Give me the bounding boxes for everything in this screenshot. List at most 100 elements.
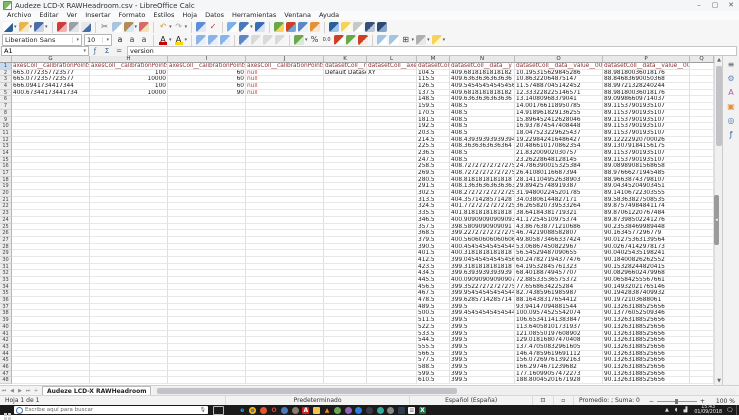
cell-O11[interactable]: 18.047523229625437 — [515, 130, 603, 137]
cell-Q37[interactable] — [690, 304, 714, 311]
cell-P31[interactable]: 90.15328244820415 — [603, 264, 690, 271]
cell-L41[interactable] — [367, 331, 417, 338]
cell-O21[interactable]: 34.03806144827171 — [515, 197, 603, 204]
cell-J31[interactable] — [246, 264, 324, 271]
menu-ayuda[interactable]: Ayuda — [315, 11, 343, 20]
chevron-down-icon[interactable]: ▾ — [102, 37, 109, 43]
menu-ventana[interactable]: Ventana — [280, 11, 315, 20]
cell-I22[interactable] — [168, 203, 246, 210]
cell-P13[interactable]: 89.13079184156175 — [603, 143, 690, 150]
cell-L12[interactable] — [367, 137, 417, 144]
row-header-10[interactable]: 10 — [0, 123, 12, 130]
cell-O10[interactable]: 16.937874547408448 — [515, 123, 603, 130]
merge-and-center-button[interactable] — [251, 34, 261, 46]
cell-Q7[interactable] — [690, 103, 714, 110]
cell-J26[interactable] — [246, 230, 324, 237]
cell-M6[interactable]: 148.5 — [417, 96, 450, 103]
cell-P7[interactable]: 89.11537901935107 — [603, 103, 690, 110]
italic-button[interactable]: a — [127, 34, 137, 46]
cell-P10[interactable]: 89.11537901935107 — [603, 123, 690, 130]
cell-P1[interactable]: datasetColl__data__value__002 — [603, 63, 690, 70]
sort-descending-button[interactable]: ▾ — [239, 21, 253, 33]
cell-N17[interactable]: 408.72727272727275 — [450, 170, 515, 177]
cell-Q10[interactable] — [690, 123, 714, 130]
cell-Q4[interactable] — [690, 83, 714, 90]
cell-O14[interactable]: 21.83200902030757 — [515, 150, 603, 157]
cell-K9[interactable] — [324, 117, 367, 124]
cell-M30[interactable]: 412.5 — [417, 257, 450, 264]
cell-I45[interactable] — [168, 357, 246, 364]
menu-editar[interactable]: Editar — [35, 11, 62, 20]
row-header-41[interactable]: 41 — [0, 331, 12, 338]
cell-H5[interactable]: 10000 — [90, 90, 168, 97]
cell-K11[interactable] — [324, 130, 367, 137]
cell-N18[interactable]: 408.8181818181818 — [450, 177, 515, 184]
cell-P21[interactable]: 89.58363827508535 — [603, 197, 690, 204]
row-header-6[interactable]: 6 — [0, 96, 12, 103]
cell-P20[interactable]: 89.14106722303555 — [603, 190, 690, 197]
cell-N15[interactable]: 408.5 — [450, 157, 515, 164]
cell-P18[interactable]: 88.96638743798107 — [603, 177, 690, 184]
cell-M39[interactable]: 511.5 — [417, 317, 450, 324]
cell-K34[interactable] — [324, 284, 367, 291]
cell-I10[interactable] — [168, 123, 246, 130]
cell-P44[interactable]: 90.13263188525656 — [603, 351, 690, 358]
column-header-M[interactable]: M — [417, 56, 450, 63]
cell-O2[interactable]: 10.195315629845286 — [515, 70, 603, 77]
cell-H28[interactable] — [90, 244, 168, 251]
cell-J10[interactable] — [246, 123, 324, 130]
cell-K33[interactable] — [324, 277, 367, 284]
cell-O17[interactable]: 26.41080116687394 — [515, 170, 603, 177]
cell-P36[interactable]: 90.1972103688061 — [603, 297, 690, 304]
cell-P6[interactable]: 89.09986609714037 — [603, 96, 690, 103]
cell-P42[interactable]: 90.13263188525656 — [603, 337, 690, 344]
cell-O37[interactable]: 93.94147094881544 — [515, 304, 603, 311]
cell-O28[interactable]: 53.06867450822967 — [515, 244, 603, 251]
row-header-4[interactable]: 4 — [0, 83, 12, 90]
taskbar-app-app-icon-10[interactable] — [334, 407, 341, 414]
cell-M22[interactable]: 324.5 — [417, 203, 450, 210]
cell-K2[interactable]: Default Dataset — [324, 70, 367, 77]
zoom-track[interactable] — [657, 401, 697, 402]
row-header-35[interactable]: 35 — [0, 290, 12, 297]
cell-I36[interactable] — [168, 297, 246, 304]
cell-K48[interactable] — [324, 377, 367, 384]
cell-I7[interactable] — [168, 103, 246, 110]
cell-O47[interactable]: 177.16099057472273 — [515, 371, 603, 378]
cell-G22[interactable] — [12, 203, 90, 210]
cell-N14[interactable]: 408.5 — [450, 150, 515, 157]
cell-Q32[interactable] — [690, 270, 714, 277]
cell-P39[interactable]: 90.13263188525656 — [603, 317, 690, 324]
cell-G44[interactable] — [12, 351, 90, 358]
cell-J16[interactable] — [246, 163, 324, 170]
font-name-combo[interactable]: Liberation Sans ▾ — [2, 34, 82, 46]
cell-I26[interactable] — [168, 230, 246, 237]
cell-P28[interactable]: 90.02674142978173 — [603, 244, 690, 251]
cell-G43[interactable] — [12, 344, 90, 351]
cell-H14[interactable] — [90, 150, 168, 157]
cell-L20[interactable] — [367, 190, 417, 197]
cell-Q47[interactable] — [690, 371, 714, 378]
border-style-button[interactable]: ▾ — [416, 34, 430, 46]
sum-icon[interactable]: Σ — [101, 47, 113, 55]
cell-G45[interactable] — [12, 357, 90, 364]
cell-Q26[interactable] — [690, 230, 714, 237]
cell-Q28[interactable] — [690, 244, 714, 251]
cell-H37[interactable] — [90, 304, 168, 311]
format-as-currency-button[interactable]: ▾ — [294, 34, 308, 46]
cell-O24[interactable]: 41.17254510975374 — [515, 217, 603, 224]
cell-J6[interactable] — [246, 96, 324, 103]
column-header-K[interactable]: K — [324, 56, 367, 63]
cell-Q48[interactable] — [690, 377, 714, 384]
cell-I33[interactable] — [168, 277, 246, 284]
menu-ver[interactable]: Ver — [63, 11, 82, 20]
cell-O19[interactable]: 29.89425748919387 — [515, 183, 603, 190]
cell-J27[interactable] — [246, 237, 324, 244]
highlighting-color-button[interactable]: A▾ — [174, 34, 188, 46]
cell-P2[interactable]: 88.98180036018176 — [603, 70, 690, 77]
cell-H45[interactable] — [90, 357, 168, 364]
row-header-46[interactable]: 46 — [0, 364, 12, 371]
cell-Q27[interactable] — [690, 237, 714, 244]
cell-I34[interactable] — [168, 284, 246, 291]
column-header-J[interactable]: J — [246, 56, 324, 63]
